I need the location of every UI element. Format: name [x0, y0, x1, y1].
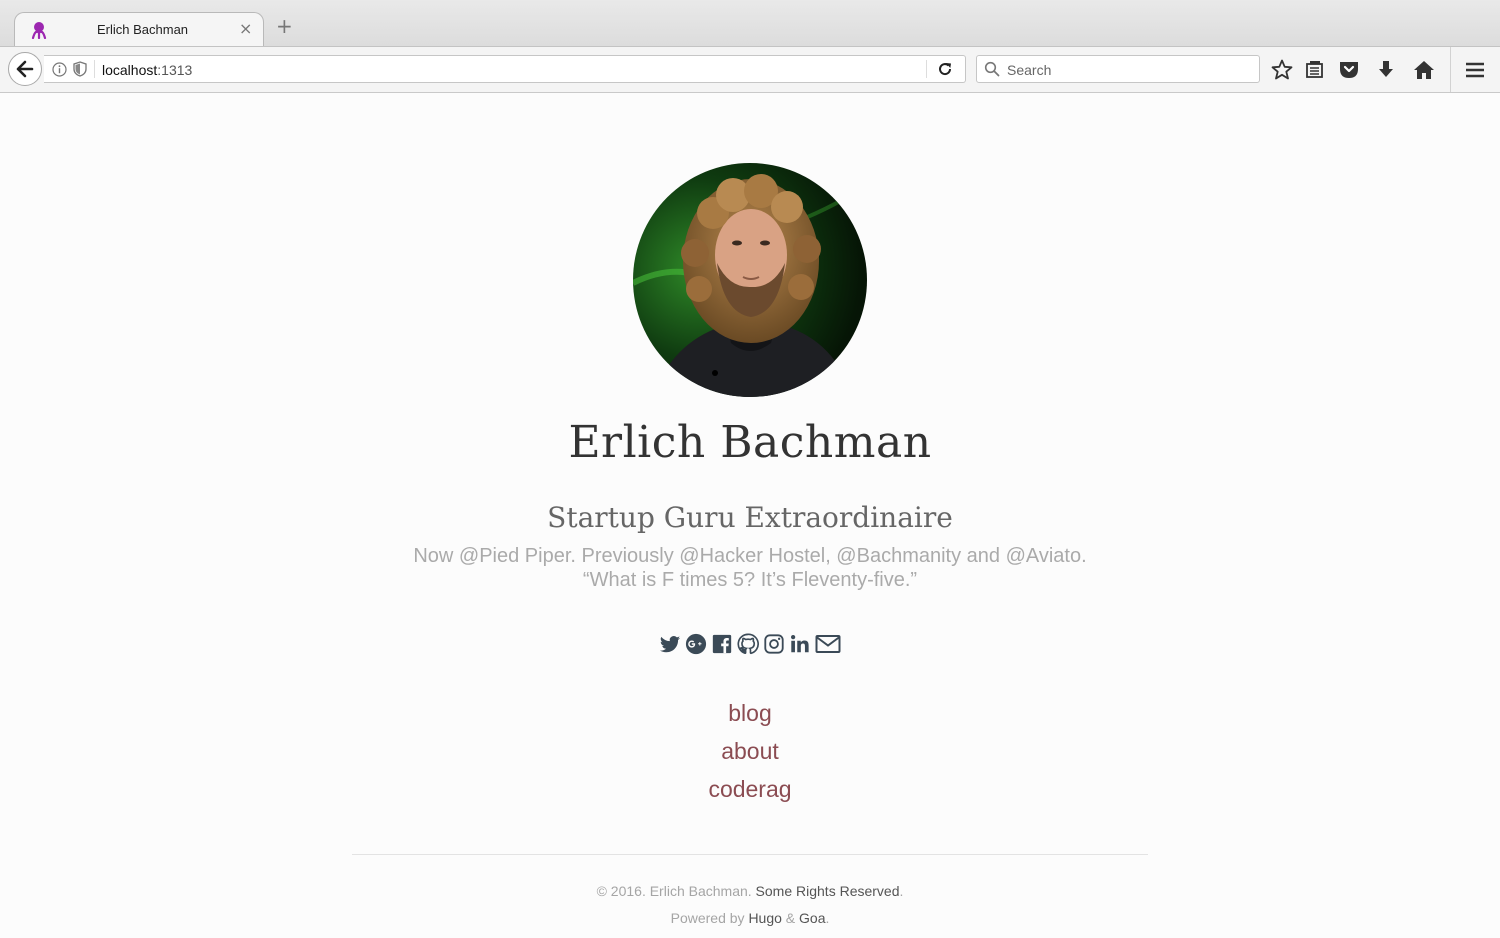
- back-button[interactable]: [8, 52, 42, 86]
- hamburger-menu-icon[interactable]: [1463, 58, 1487, 82]
- description-line-1: Now @Pied Piper. Previously @Hacker Host…: [413, 545, 1087, 567]
- back-arrow-icon: [16, 60, 34, 78]
- octopus-favicon-icon: [31, 22, 47, 39]
- toolbar-separator: [1450, 47, 1451, 92]
- footer-powered-line: Powered by Hugo & Goa.: [0, 905, 1500, 932]
- copyright-text: © 2016. Erlich Bachman.: [596, 883, 752, 899]
- rights-link[interactable]: Some Rights Reserved: [756, 883, 900, 899]
- hugo-link[interactable]: Hugo: [748, 910, 781, 926]
- avatar-photo: [633, 163, 867, 397]
- bookmark-star-icon[interactable]: [1270, 58, 1294, 82]
- description-line-2: “What is F times 5? It’s Fleventy-five.”: [582, 569, 918, 591]
- site-title: Erlich Bachman: [568, 417, 932, 468]
- shield-icon[interactable]: [73, 61, 87, 77]
- reading-list-icon[interactable]: [1303, 58, 1327, 82]
- footer: © 2016. Erlich Bachman. Some Rights Rese…: [0, 878, 1500, 932]
- github-icon[interactable]: [737, 633, 759, 655]
- info-icon[interactable]: [52, 62, 67, 77]
- linkedin-icon[interactable]: [789, 633, 811, 655]
- reload-separator: [926, 60, 927, 78]
- download-icon[interactable]: [1374, 58, 1398, 82]
- twitter-icon[interactable]: [659, 633, 681, 655]
- social-links: [0, 633, 1500, 657]
- pocket-icon[interactable]: [1337, 58, 1361, 82]
- url-text[interactable]: localhost:1313: [102, 62, 192, 78]
- google-plus-icon[interactable]: [685, 633, 707, 655]
- url-port: :1313: [157, 62, 193, 78]
- period-2: .: [825, 910, 830, 926]
- navigation-toolbar: localhost:1313: [0, 47, 1500, 93]
- site-description: Now @Pied Piper. Previously @Hacker Host…: [0, 544, 1500, 592]
- site-nav: blog about coderag: [0, 694, 1500, 808]
- new-tab-icon[interactable]: +: [276, 16, 293, 36]
- avatar: [633, 163, 867, 397]
- nav-link-blog[interactable]: blog: [0, 694, 1500, 732]
- facebook-icon[interactable]: [711, 633, 733, 655]
- reload-icon[interactable]: [937, 61, 953, 77]
- instagram-icon[interactable]: [763, 633, 785, 655]
- search-bar: [976, 55, 1260, 83]
- url-host: localhost: [102, 62, 158, 78]
- page-content: Erlich Bachman Startup Guru Extraordinai…: [0, 93, 1500, 938]
- mail-icon[interactable]: [815, 633, 841, 655]
- home-icon[interactable]: [1412, 58, 1436, 82]
- goa-link[interactable]: Goa: [799, 910, 825, 926]
- url-bar[interactable]: localhost:1313: [44, 55, 966, 83]
- site-subtitle: Startup Guru Extraordinaire: [547, 501, 953, 534]
- ampersand: &: [785, 910, 796, 926]
- period-1: .: [899, 883, 904, 899]
- search-input[interactable]: [1005, 59, 1249, 81]
- browser-tab[interactable]: Erlich Bachman ×: [14, 12, 264, 46]
- footer-copyright-line: © 2016. Erlich Bachman. Some Rights Rese…: [0, 878, 1500, 905]
- tab-close-icon[interactable]: ×: [239, 19, 252, 38]
- search-icon: [984, 61, 1000, 77]
- powered-by-text: Powered by: [670, 910, 745, 926]
- nav-link-coderag[interactable]: coderag: [0, 770, 1500, 808]
- footer-divider: [352, 854, 1148, 855]
- tab-title: Erlich Bachman: [97, 22, 189, 37]
- tab-strip: Erlich Bachman × +: [0, 0, 1500, 47]
- nav-link-about[interactable]: about: [0, 732, 1500, 770]
- url-separator: [94, 60, 95, 78]
